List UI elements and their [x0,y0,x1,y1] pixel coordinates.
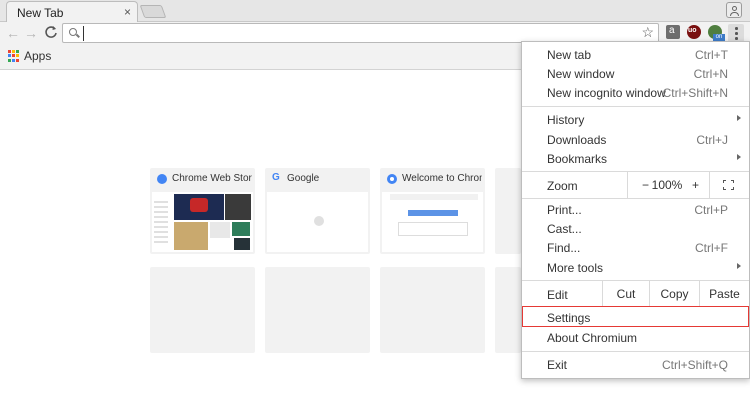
empty-tile [265,267,370,353]
most-visited-tile[interactable] [495,168,521,254]
zoom-level: 100% [651,178,683,192]
google-icon: G [272,172,280,183]
empty-tile [150,267,255,353]
menu-item-history[interactable]: History [522,110,749,130]
omnibox[interactable]: ☆ [62,23,659,43]
menu-item-new-window[interactable]: New window Ctrl+N [522,64,749,84]
tile-title: Google [287,173,320,184]
chrome-web-store-icon [157,174,167,184]
back-icon[interactable]: ← [6,25,20,41]
menu-item-new-incognito-window[interactable]: New incognito window Ctrl+Shift+N [522,83,749,103]
menu-item-find[interactable]: Find... Ctrl+F [522,238,749,258]
submenu-arrow-icon [737,263,741,269]
extension-icon-badge[interactable]: on [708,25,725,41]
tab-strip: New Tab × [0,0,750,23]
app-menu: New tab Ctrl+T New window Ctrl+N New inc… [521,41,750,379]
chromium-icon [387,174,397,184]
menu-item-bookmarks[interactable]: Bookmarks [522,149,749,169]
paste-button[interactable]: Paste [699,281,749,307]
menu-item-print[interactable]: Print... Ctrl+P [522,200,749,220]
tile-title: Chrome Web Store [172,173,252,184]
empty-tile [380,267,485,353]
close-icon[interactable]: × [124,5,131,19]
empty-tile [495,267,521,353]
tile-thumbnail [267,192,368,252]
forward-icon[interactable]: → [24,25,38,41]
menu-item-about-chromium[interactable]: About Chromium [522,328,749,348]
fullscreen-button[interactable] [709,172,749,198]
apps-shortcut[interactable]: Apps [8,49,51,63]
edit-label: Edit [547,288,568,302]
most-visited-tile[interactable]: G Google [265,168,370,254]
submenu-arrow-icon [737,154,741,160]
new-tab-button[interactable] [139,5,167,18]
menu-separator [522,198,749,199]
address-input[interactable] [83,26,623,41]
menu-separator [522,106,749,107]
menu-item-cast[interactable]: Cast... [522,219,749,239]
zoom-in-button[interactable]: + [682,172,709,198]
tile-thumbnail [382,192,483,252]
tile-thumbnail [152,192,253,252]
ublock-origin-icon[interactable]: uo [687,25,701,39]
reload-icon[interactable] [44,25,58,42]
menu-item-new-tab[interactable]: New tab Ctrl+T [522,45,749,65]
zoom-row: Zoom − 100% + [522,172,749,198]
zoom-label: Zoom [547,179,578,193]
menu-item-exit[interactable]: Exit Ctrl+Shift+Q [522,355,749,375]
menu-item-downloads[interactable]: Downloads Ctrl+J [522,130,749,150]
profile-icon[interactable] [726,2,742,18]
search-icon [69,28,77,36]
submenu-arrow-icon [737,115,741,121]
chrome-menu-button[interactable] [728,24,744,42]
tile-title: Welcome to Chrom [402,173,482,184]
apps-grid-icon [8,50,20,62]
settings-highlight [522,306,749,327]
menu-separator [522,351,749,352]
tab-title: New Tab [17,6,64,20]
copy-button[interactable]: Copy [649,281,699,307]
most-visited-tile[interactable]: Welcome to Chrom [380,168,485,254]
bookmark-star-icon[interactable]: ☆ [641,24,654,41]
menu-item-more-tools[interactable]: More tools [522,258,749,278]
edit-row: Edit Cut Copy Paste [522,281,749,307]
extension-icon[interactable]: a [666,25,680,39]
cut-button[interactable]: Cut [602,281,649,307]
fullscreen-icon [723,180,734,190]
apps-label: Apps [24,49,52,63]
most-visited-tile[interactable]: Chrome Web Store [150,168,255,254]
tab-new-tab[interactable]: New Tab × [6,1,138,23]
